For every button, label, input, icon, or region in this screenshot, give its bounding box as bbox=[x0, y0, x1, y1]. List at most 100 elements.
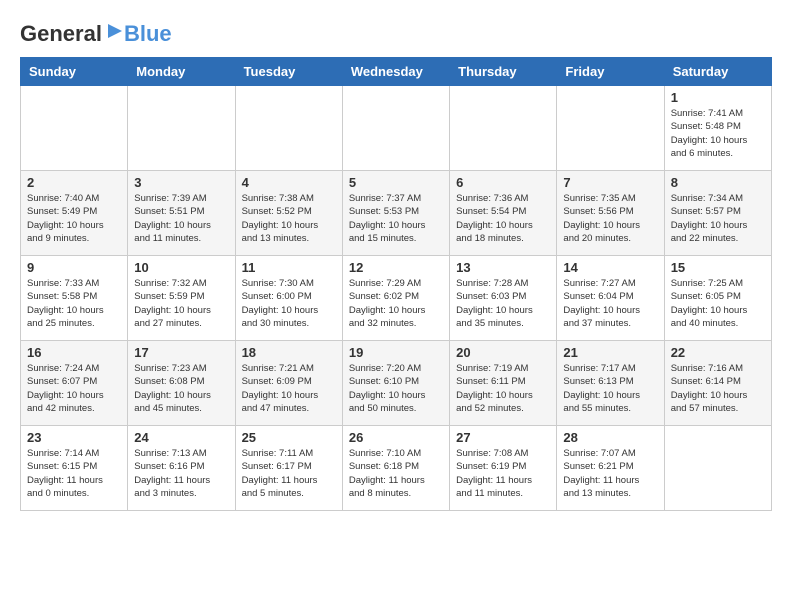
calendar-header-tuesday: Tuesday bbox=[235, 58, 342, 86]
logo-arrow-icon bbox=[104, 20, 126, 42]
day-number: 8 bbox=[671, 175, 765, 190]
day-number: 12 bbox=[349, 260, 443, 275]
day-info: Sunrise: 7:20 AM Sunset: 6:10 PM Dayligh… bbox=[349, 362, 443, 415]
calendar-week-1: 2 Sunrise: 7:40 AM Sunset: 5:49 PM Daylig… bbox=[21, 171, 772, 256]
day-number: 17 bbox=[134, 345, 228, 360]
day-number: 25 bbox=[242, 430, 336, 445]
day-info: Sunrise: 7:16 AM Sunset: 6:14 PM Dayligh… bbox=[671, 362, 765, 415]
day-number: 13 bbox=[456, 260, 550, 275]
calendar-cell: 24Sunrise: 7:13 AM Sunset: 6:16 PM Dayli… bbox=[128, 426, 235, 511]
day-info: Sunrise: 7:25 AM Sunset: 6:05 PM Dayligh… bbox=[671, 277, 765, 330]
day-number: 23 bbox=[27, 430, 121, 445]
calendar-cell: 27 Sunrise: 7:08 AM Sunset: 6:19 PM Dayli… bbox=[450, 426, 557, 511]
day-info: Sunrise: 7:23 AM Sunset: 6:08 PM Dayligh… bbox=[134, 362, 228, 415]
day-info: Sunrise: 7:24 AM Sunset: 6:07 PM Dayligh… bbox=[27, 362, 121, 415]
day-info: Sunrise: 7:34 AM Sunset: 5:57 PM Dayligh… bbox=[671, 192, 765, 245]
calendar-cell: 3 Sunrise: 7:39 AM Sunset: 5:51 PM Daylig… bbox=[128, 171, 235, 256]
calendar-week-0: 1 Sunrise: 7:41 AM Sunset: 5:48 PM Daylig… bbox=[21, 86, 772, 171]
calendar-header-row: SundayMondayTuesdayWednesdayThursdayFrid… bbox=[21, 58, 772, 86]
day-info: Sunrise: 7:19 AM Sunset: 6:11 PM Dayligh… bbox=[456, 362, 550, 415]
calendar-header-thursday: Thursday bbox=[450, 58, 557, 86]
day-number: 28 bbox=[563, 430, 657, 445]
day-number: 10 bbox=[134, 260, 228, 275]
day-info: Sunrise: 7:39 AM Sunset: 5:51 PM Dayligh… bbox=[134, 192, 228, 245]
calendar-week-4: 23 Sunrise: 7:14 AM Sunset: 6:15 PM Dayli… bbox=[21, 426, 772, 511]
day-info: Sunrise: 7:13 AM Sunset: 6:16 PM Dayligh… bbox=[134, 447, 228, 500]
calendar-cell: 10 Sunrise: 7:32 AM Sunset: 5:59 PM Dayli… bbox=[128, 256, 235, 341]
day-info: Sunrise: 7:35 AM Sunset: 5:56 PM Dayligh… bbox=[563, 192, 657, 245]
calendar-cell bbox=[21, 86, 128, 171]
calendar-cell: 25 Sunrise: 7:11 AM Sunset: 6:17 PM Dayli… bbox=[235, 426, 342, 511]
calendar-cell: 12Sunrise: 7:29 AM Sunset: 6:02 PM Dayli… bbox=[342, 256, 449, 341]
calendar-cell: 6 Sunrise: 7:36 AM Sunset: 5:54 PM Daylig… bbox=[450, 171, 557, 256]
day-info: Sunrise: 7:37 AM Sunset: 5:53 PM Dayligh… bbox=[349, 192, 443, 245]
calendar-cell: 2 Sunrise: 7:40 AM Sunset: 5:49 PM Daylig… bbox=[21, 171, 128, 256]
day-info: Sunrise: 7:27 AM Sunset: 6:04 PM Dayligh… bbox=[563, 277, 657, 330]
calendar-cell: 17 Sunrise: 7:23 AM Sunset: 6:08 PM Dayli… bbox=[128, 341, 235, 426]
day-info: Sunrise: 7:21 AM Sunset: 6:09 PM Dayligh… bbox=[242, 362, 336, 415]
calendar-table: SundayMondayTuesdayWednesdayThursdayFrid… bbox=[20, 57, 772, 511]
calendar-cell: 5 Sunrise: 7:37 AM Sunset: 5:53 PM Daylig… bbox=[342, 171, 449, 256]
day-number: 21 bbox=[563, 345, 657, 360]
calendar-cell: 7Sunrise: 7:35 AM Sunset: 5:56 PM Daylig… bbox=[557, 171, 664, 256]
calendar-cell: 13 Sunrise: 7:28 AM Sunset: 6:03 PM Dayli… bbox=[450, 256, 557, 341]
calendar-header-wednesday: Wednesday bbox=[342, 58, 449, 86]
calendar-header-monday: Monday bbox=[128, 58, 235, 86]
day-info: Sunrise: 7:28 AM Sunset: 6:03 PM Dayligh… bbox=[456, 277, 550, 330]
logo-blue: Blue bbox=[124, 21, 172, 47]
calendar-cell: 21 Sunrise: 7:17 AM Sunset: 6:13 PM Dayli… bbox=[557, 341, 664, 426]
day-number: 1 bbox=[671, 90, 765, 105]
calendar-week-2: 9 Sunrise: 7:33 AM Sunset: 5:58 PM Daylig… bbox=[21, 256, 772, 341]
calendar-cell: 20 Sunrise: 7:19 AM Sunset: 6:11 PM Dayli… bbox=[450, 341, 557, 426]
day-number: 5 bbox=[349, 175, 443, 190]
day-number: 3 bbox=[134, 175, 228, 190]
day-number: 14 bbox=[563, 260, 657, 275]
day-number: 20 bbox=[456, 345, 550, 360]
day-info: Sunrise: 7:10 AM Sunset: 6:18 PM Dayligh… bbox=[349, 447, 443, 500]
day-number: 27 bbox=[456, 430, 550, 445]
day-number: 22 bbox=[671, 345, 765, 360]
calendar-cell bbox=[128, 86, 235, 171]
day-number: 6 bbox=[456, 175, 550, 190]
day-info: Sunrise: 7:33 AM Sunset: 5:58 PM Dayligh… bbox=[27, 277, 121, 330]
logo: General Blue bbox=[20, 20, 172, 47]
calendar-cell: 26 Sunrise: 7:10 AM Sunset: 6:18 PM Dayli… bbox=[342, 426, 449, 511]
calendar-cell: 23 Sunrise: 7:14 AM Sunset: 6:15 PM Dayli… bbox=[21, 426, 128, 511]
calendar-cell bbox=[342, 86, 449, 171]
page-header: General Blue bbox=[20, 20, 772, 47]
calendar-cell: 14 Sunrise: 7:27 AM Sunset: 6:04 PM Dayli… bbox=[557, 256, 664, 341]
calendar-cell: 28 Sunrise: 7:07 AM Sunset: 6:21 PM Dayli… bbox=[557, 426, 664, 511]
day-number: 16 bbox=[27, 345, 121, 360]
calendar-cell: 8 Sunrise: 7:34 AM Sunset: 5:57 PM Daylig… bbox=[664, 171, 771, 256]
day-info: Sunrise: 7:41 AM Sunset: 5:48 PM Dayligh… bbox=[671, 107, 765, 160]
logo-general: General bbox=[20, 21, 102, 46]
day-number: 26 bbox=[349, 430, 443, 445]
calendar-cell bbox=[235, 86, 342, 171]
day-info: Sunrise: 7:08 AM Sunset: 6:19 PM Dayligh… bbox=[456, 447, 550, 500]
calendar-cell: 22 Sunrise: 7:16 AM Sunset: 6:14 PM Dayli… bbox=[664, 341, 771, 426]
calendar-cell bbox=[664, 426, 771, 511]
day-number: 2 bbox=[27, 175, 121, 190]
day-info: Sunrise: 7:11 AM Sunset: 6:17 PM Dayligh… bbox=[242, 447, 336, 500]
day-info: Sunrise: 7:40 AM Sunset: 5:49 PM Dayligh… bbox=[27, 192, 121, 245]
day-number: 9 bbox=[27, 260, 121, 275]
calendar-cell: 11Sunrise: 7:30 AM Sunset: 6:00 PM Dayli… bbox=[235, 256, 342, 341]
calendar-cell bbox=[450, 86, 557, 171]
day-info: Sunrise: 7:36 AM Sunset: 5:54 PM Dayligh… bbox=[456, 192, 550, 245]
calendar-cell: 1 Sunrise: 7:41 AM Sunset: 5:48 PM Daylig… bbox=[664, 86, 771, 171]
calendar-header-friday: Friday bbox=[557, 58, 664, 86]
day-info: Sunrise: 7:32 AM Sunset: 5:59 PM Dayligh… bbox=[134, 277, 228, 330]
day-info: Sunrise: 7:07 AM Sunset: 6:21 PM Dayligh… bbox=[563, 447, 657, 500]
day-number: 11 bbox=[242, 260, 336, 275]
calendar-cell: 9 Sunrise: 7:33 AM Sunset: 5:58 PM Daylig… bbox=[21, 256, 128, 341]
day-number: 19 bbox=[349, 345, 443, 360]
day-number: 4 bbox=[242, 175, 336, 190]
day-info: Sunrise: 7:17 AM Sunset: 6:13 PM Dayligh… bbox=[563, 362, 657, 415]
calendar-header-saturday: Saturday bbox=[664, 58, 771, 86]
day-number: 18 bbox=[242, 345, 336, 360]
calendar-week-3: 16 Sunrise: 7:24 AM Sunset: 6:07 PM Dayli… bbox=[21, 341, 772, 426]
day-number: 15 bbox=[671, 260, 765, 275]
calendar-cell bbox=[557, 86, 664, 171]
calendar-cell: 19 Sunrise: 7:20 AM Sunset: 6:10 PM Dayli… bbox=[342, 341, 449, 426]
day-info: Sunrise: 7:14 AM Sunset: 6:15 PM Dayligh… bbox=[27, 447, 121, 500]
